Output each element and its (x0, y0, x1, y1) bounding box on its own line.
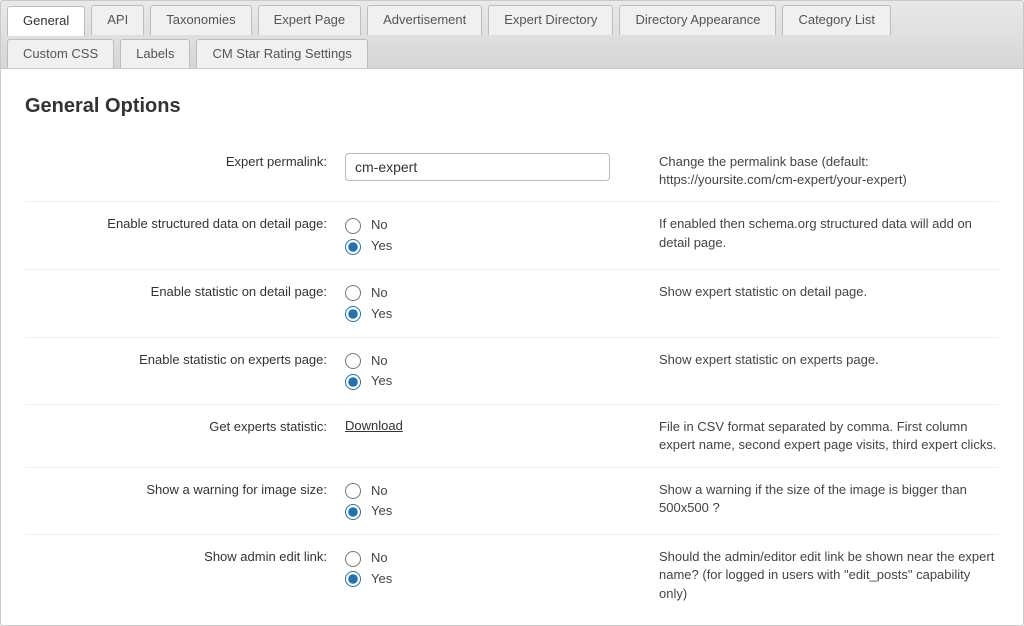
help-get-stats: File in CSV format separated by comma. F… (655, 417, 999, 454)
radio-structured-data-no[interactable] (345, 218, 361, 234)
link-download-stats[interactable]: Download (345, 418, 403, 433)
help-admin-link: Should the admin/editor edit link be sho… (655, 547, 999, 603)
tab-taxonomies[interactable]: Taxonomies (150, 5, 251, 35)
label-stat-detail: Enable statistic on detail page: (25, 282, 345, 299)
label-admin-link: Show admin edit link: (25, 547, 345, 564)
radio-group-structured-data: No Yes (345, 215, 655, 257)
tab-advertisement[interactable]: Advertisement (367, 5, 482, 35)
label-get-stats: Get experts statistic: (25, 417, 345, 434)
row-admin-link: Show admin edit link: No Yes Should the … (25, 535, 999, 615)
radio-label-no: No (371, 481, 388, 502)
radio-group-stat-experts: No Yes (345, 351, 655, 393)
tab-content-general: General Options Expert permalink: Change… (1, 69, 1023, 625)
tab-row-2: Custom CSSLabelsCM Star Rating Settings (7, 39, 1017, 68)
radio-label-yes: Yes (371, 304, 392, 325)
tab-expert-page[interactable]: Expert Page (258, 5, 362, 35)
radio-stat-detail-no[interactable] (345, 285, 361, 301)
row-structured-data: Enable structured data on detail page: N… (25, 202, 999, 270)
row-stat-detail: Enable statistic on detail page: No Yes … (25, 270, 999, 338)
radio-label-yes: Yes (371, 569, 392, 590)
radio-label-no: No (371, 351, 388, 372)
tab-bar: GeneralAPITaxonomiesExpert PageAdvertise… (1, 1, 1023, 69)
radio-group-stat-detail: No Yes (345, 283, 655, 325)
radio-group-admin-link: No Yes (345, 548, 655, 590)
tab-labels[interactable]: Labels (120, 39, 190, 68)
radio-stat-experts-yes[interactable] (345, 374, 361, 390)
input-expert-permalink[interactable] (345, 153, 610, 181)
radio-label-no: No (371, 215, 388, 236)
tab-category-list[interactable]: Category List (782, 5, 891, 35)
label-stat-experts: Enable statistic on experts page: (25, 350, 345, 367)
section-title: General Options (25, 95, 999, 118)
radio-stat-detail-yes[interactable] (345, 306, 361, 322)
label-structured-data: Enable structured data on detail page: (25, 214, 345, 231)
tab-directory-appearance[interactable]: Directory Appearance (619, 5, 776, 35)
tab-custom-css[interactable]: Custom CSS (7, 39, 114, 68)
radio-label-yes: Yes (371, 371, 392, 392)
row-stat-experts: Enable statistic on experts page: No Yes… (25, 338, 999, 406)
radio-group-warn-image: No Yes (345, 481, 655, 523)
radio-label-yes: Yes (371, 501, 392, 522)
tab-expert-directory[interactable]: Expert Directory (488, 5, 613, 35)
help-expert-permalink: Change the permalink base (default: http… (655, 152, 999, 189)
help-warn-image: Show a warning if the size of the image … (655, 480, 999, 517)
radio-stat-experts-no[interactable] (345, 353, 361, 369)
settings-panel: GeneralAPITaxonomiesExpert PageAdvertise… (0, 0, 1024, 626)
radio-admin-link-no[interactable] (345, 551, 361, 567)
tab-general[interactable]: General (7, 6, 85, 36)
radio-label-no: No (371, 283, 388, 304)
help-stat-experts: Show expert statistic on experts page. (655, 350, 999, 369)
help-structured-data: If enabled then schema.org structured da… (655, 214, 999, 251)
radio-warn-image-yes[interactable] (345, 504, 361, 520)
radio-label-no: No (371, 548, 388, 569)
tab-cm-star-rating-settings[interactable]: CM Star Rating Settings (196, 39, 367, 68)
radio-admin-link-yes[interactable] (345, 571, 361, 587)
radio-structured-data-yes[interactable] (345, 239, 361, 255)
label-warn-image: Show a warning for image size: (25, 480, 345, 497)
tab-row-1: GeneralAPITaxonomiesExpert PageAdvertise… (7, 5, 1017, 35)
help-stat-detail: Show expert statistic on detail page. (655, 282, 999, 301)
row-expert-permalink: Expert permalink: Change the permalink b… (25, 140, 999, 202)
tab-api[interactable]: API (91, 5, 144, 35)
label-expert-permalink: Expert permalink: (25, 152, 345, 169)
radio-label-yes: Yes (371, 236, 392, 257)
radio-warn-image-no[interactable] (345, 483, 361, 499)
row-get-stats: Get experts statistic: Download File in … (25, 405, 999, 467)
row-warn-image: Show a warning for image size: No Yes Sh… (25, 468, 999, 536)
